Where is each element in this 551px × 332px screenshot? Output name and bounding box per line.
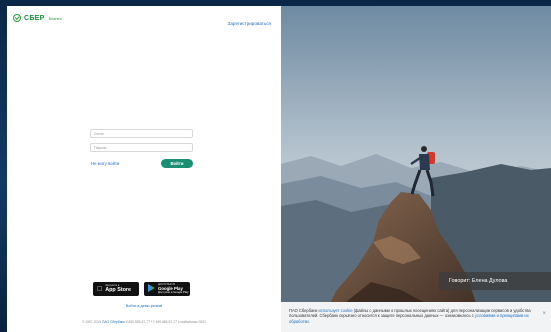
browser-page: СБЕР Бизнес Зарегистрироваться Логин Пар… xyxy=(7,6,551,332)
google-play-icon xyxy=(148,284,155,294)
login-panel: СБЕР Бизнес Зарегистрироваться Логин Пар… xyxy=(7,6,281,332)
footer-phones: 8 800 555-57-77 +7 495 665-57-77 с мобил… xyxy=(125,320,207,324)
photo-caption: Говорит: Елена Дулова xyxy=(439,272,551,290)
register-link[interactable]: Зарегистрироваться xyxy=(228,21,271,26)
footer: © 1997-2019 ПАО Сбербанк 8 800 555-57-77… xyxy=(7,320,281,324)
cookie-notice: ПАО Сбербанк использует cookie (файлы с … xyxy=(281,302,551,332)
login-button[interactable]: Войти xyxy=(161,159,193,168)
apple-icon:  xyxy=(97,286,102,293)
close-icon[interactable]: × xyxy=(542,311,546,317)
brand-name: СБЕР xyxy=(24,14,45,22)
footer-company-link[interactable]: ПАО Сбербанк xyxy=(102,320,125,324)
hero-photo: Говорит: Елена Дулова ПАО Сбербанк испол… xyxy=(281,6,551,332)
demo-mode-link[interactable]: Войти в демо-режим xyxy=(7,304,281,308)
sber-logo[interactable]: СБЕР Бизнес xyxy=(13,14,62,22)
cookie-prefix: ПАО Сбербанк xyxy=(289,308,318,313)
brand-suffix: Бизнес xyxy=(48,15,62,21)
footer-copyright: © 1997-2019 xyxy=(81,320,102,324)
app-store-label: App Store xyxy=(100,286,131,293)
login-input[interactable]: Логин xyxy=(90,129,193,138)
google-play-button[interactable]: ДОСТУПНО В Google Play Доступно в Google… xyxy=(144,282,190,296)
app-store-button[interactable]:  Загрузите в App Store xyxy=(93,282,139,296)
forgot-login-link[interactable]: Не могу войти xyxy=(91,161,119,166)
password-input[interactable]: Пароль xyxy=(90,143,193,152)
sber-check-icon xyxy=(13,14,21,22)
cookie-link[interactable]: использует cookie xyxy=(318,308,352,313)
google-play-sub: Доступно в Google Play xyxy=(158,290,189,295)
